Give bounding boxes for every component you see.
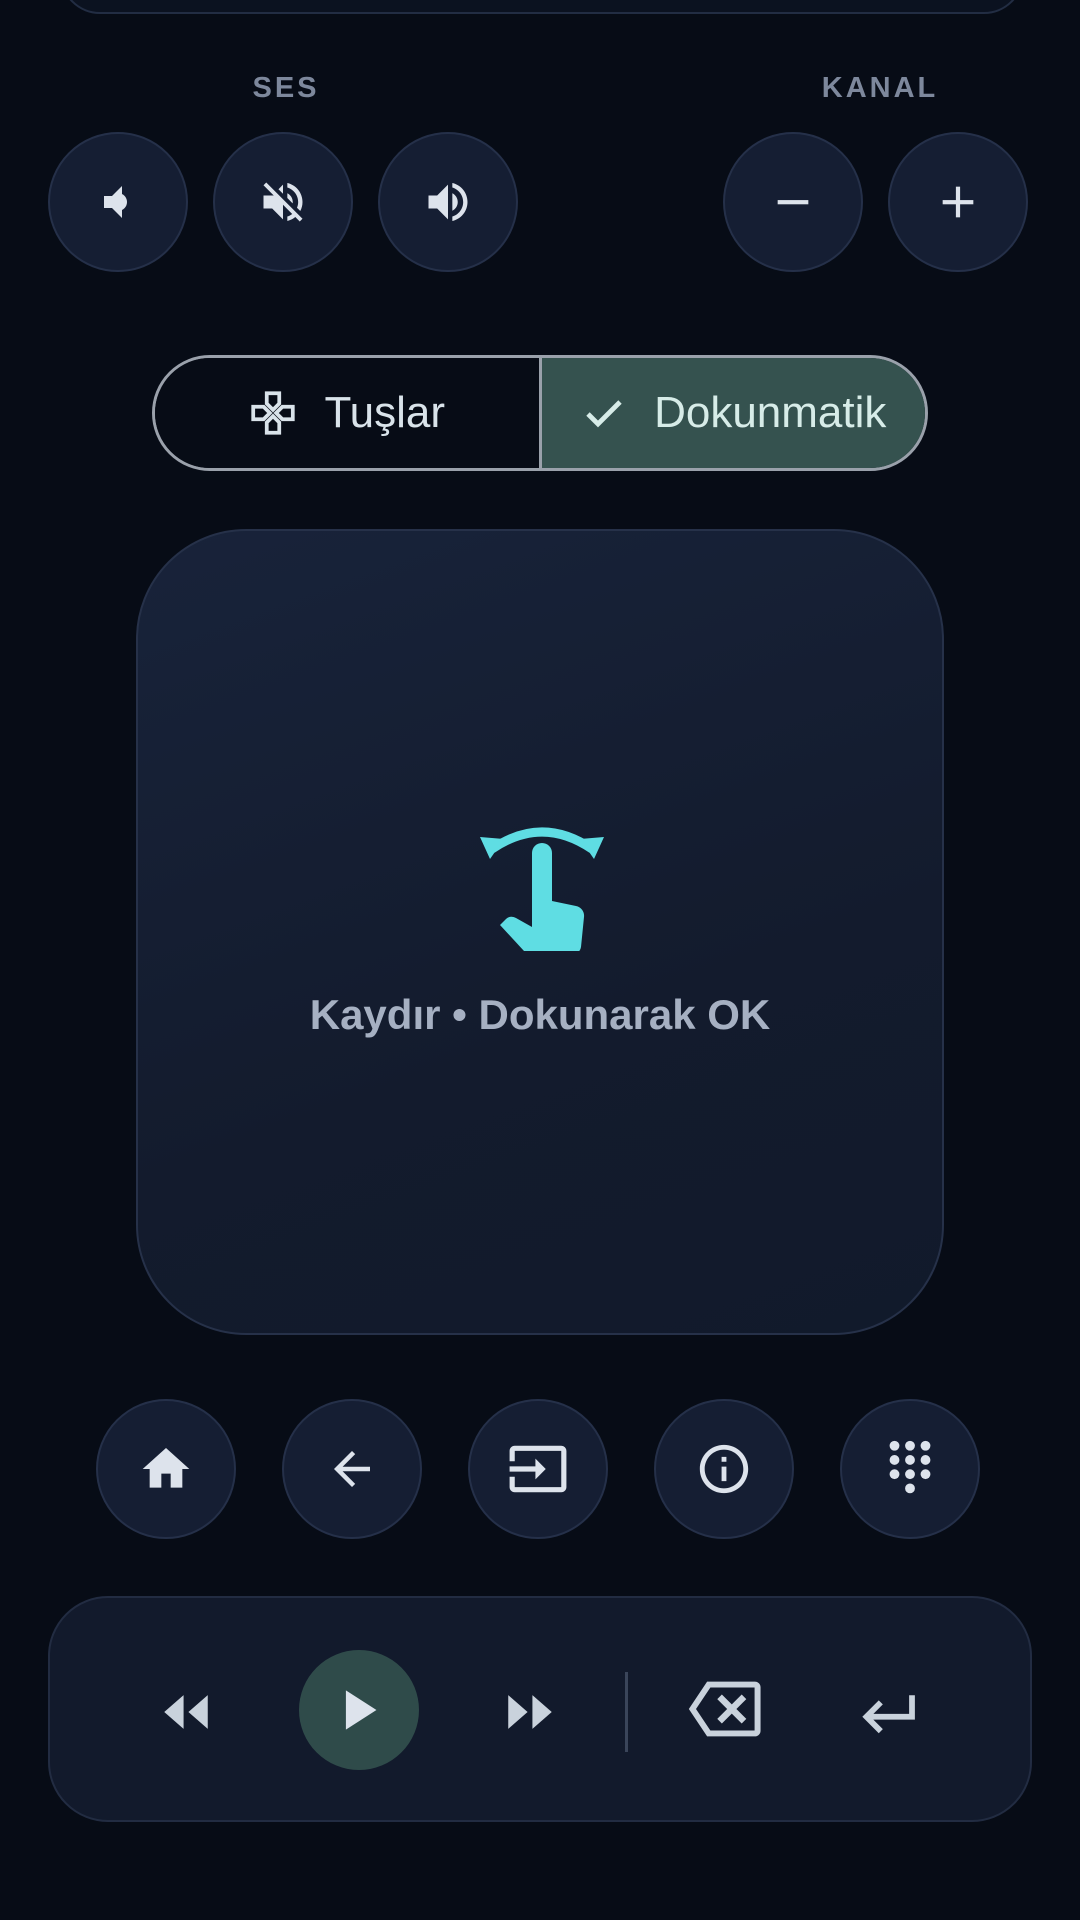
keypad-button[interactable]: [840, 1399, 980, 1539]
input-button[interactable]: [468, 1399, 608, 1539]
volume-down-icon: [104, 186, 127, 218]
fast-forward-icon: [508, 1695, 552, 1729]
touchpad[interactable]: Kaydır • Dokunarak OK: [136, 529, 944, 1335]
swipe-gesture-icon: [480, 827, 604, 951]
fast-forward-button[interactable]: [498, 1680, 562, 1744]
media-divider: [625, 1672, 628, 1752]
delete-button[interactable]: [684, 1668, 766, 1750]
mode-toggle: Tuşlar Dokunmatik: [152, 355, 928, 471]
minus-icon: [777, 200, 809, 205]
play-button[interactable]: [299, 1650, 419, 1770]
tab-keys-label: Tuşlar: [324, 388, 446, 437]
tab-touch-label: Dokunmatik: [654, 388, 887, 437]
volume-down-button[interactable]: [48, 132, 188, 272]
check-icon: [586, 400, 622, 428]
enter-icon: [862, 1695, 915, 1734]
volume-up-icon: [428, 182, 468, 222]
backspace-icon: [688, 1681, 761, 1737]
enter-button[interactable]: [850, 1674, 926, 1750]
volume-label: SES: [252, 72, 320, 104]
channel-up-button[interactable]: [888, 132, 1028, 272]
dialpad-icon: [889, 1440, 931, 1494]
play-icon: [345, 1690, 377, 1730]
gamepad-icon: [251, 391, 296, 435]
home-icon: [142, 1448, 190, 1488]
touchpad-hint: Kaydır • Dokunarak OK: [309, 991, 771, 1038]
info-icon: [699, 1444, 749, 1494]
rewind-icon: [164, 1695, 208, 1729]
home-button[interactable]: [96, 1399, 236, 1539]
top-card-edge: [60, 0, 1024, 14]
back-button[interactable]: [282, 1399, 422, 1539]
tab-keys[interactable]: Tuşlar: [155, 358, 542, 468]
media-controls-bar: [48, 1596, 1032, 1822]
plus-icon: [942, 186, 974, 218]
arrow-back-icon: [334, 1451, 370, 1487]
mute-button[interactable]: [213, 132, 353, 272]
info-button[interactable]: [654, 1399, 794, 1539]
volume-up-button[interactable]: [378, 132, 518, 272]
input-source-icon: [509, 1445, 567, 1493]
rewind-button[interactable]: [154, 1680, 218, 1744]
tab-touch[interactable]: Dokunmatik: [541, 358, 925, 468]
channel-down-button[interactable]: [723, 132, 863, 272]
volume-mute-icon: [263, 182, 303, 222]
channel-label: KANAL: [821, 72, 939, 104]
